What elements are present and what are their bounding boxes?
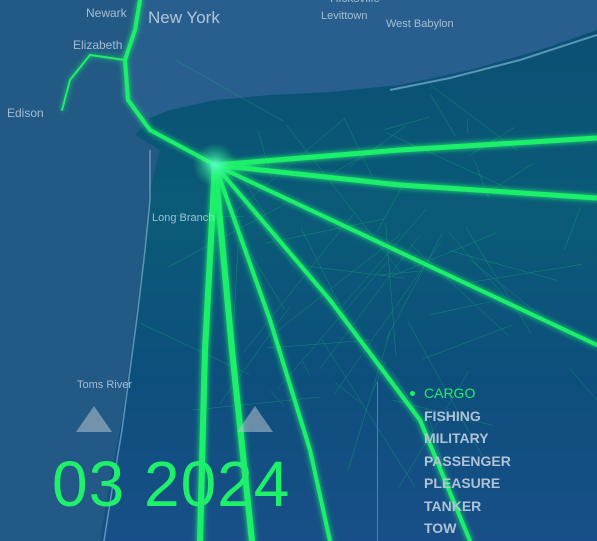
faint-track-line [409,243,509,337]
legend-label: CARGO [424,385,476,401]
route-shield-label: 4 [91,415,97,426]
date-display: 03 2024 [52,448,291,520]
faint-track-line [447,230,515,309]
place-label-elizabeth: Elizabeth [73,38,123,52]
route-line [212,135,597,168]
route-shield-icon: 25 [237,406,273,432]
faint-track-line [343,117,373,178]
place-label-toms-river: Toms River [77,379,133,391]
place-label-new-york: New York [148,8,220,27]
legend-item-tanker[interactable]: TANKER [424,498,511,521]
vessel-traffic-map[interactable]: Newark New York Hicksville Levittown Wes… [0,0,597,541]
faint-track-line [465,227,532,334]
faint-track-line [243,214,353,353]
place-label-west-babylon: West Babylon [386,18,454,30]
faint-track-line [492,163,534,190]
faint-track-line [469,259,576,343]
legend-label: TANKER [424,497,482,514]
vessel-type-legend: CARGO FISHING MILITARY PASSENGER PLEASUR… [410,385,511,541]
route-shield-label: 25 [249,415,261,426]
faint-track-line [272,234,401,335]
legend-item-passenger[interactable]: PASSENGER [424,453,511,476]
faint-track-line [449,250,558,281]
faint-track-line [321,339,416,488]
faint-track-line [422,325,512,360]
faint-track-line [378,270,423,276]
faint-track-line [277,261,388,390]
faint-track-line [377,185,403,232]
faint-track-line [286,124,401,273]
place-label-hicksville: Hicksville [330,0,380,5]
place-label-long-branch: Long Branch [152,212,215,224]
route-shield-icon: 4 [76,406,112,432]
legend-label: FISHING [424,407,481,424]
legend-label: PLEASURE [424,475,501,491]
legend-label: PASSENGER [424,452,511,469]
faint-track-line [334,382,362,404]
faint-track-line [302,361,311,376]
faint-track-line [269,390,285,406]
legend-divider [377,382,378,541]
faint-track-line [385,223,397,357]
legend-label: MILITARY [424,430,489,446]
faint-track-line [385,132,509,189]
legend-label: TOW [424,520,457,536]
active-dot-icon [410,391,415,396]
legend-item-cargo[interactable]: CARGO [410,385,511,408]
place-label-edison: Edison [7,106,44,120]
legend-item-pleasure[interactable]: PLEASURE [424,475,511,498]
faint-track-line [563,207,581,251]
place-label-levittown: Levittown [321,10,368,22]
faint-track-line [569,367,597,401]
place-label-newark: Newark [86,6,127,20]
faint-track-line [265,218,385,244]
faint-track-line [429,301,491,316]
traffic-hub [193,143,237,187]
faint-track-line [429,93,456,137]
legend-item-military[interactable]: MILITARY [424,430,511,453]
legend-item-fishing[interactable]: FISHING [424,408,511,431]
legend-item-tow[interactable]: TOW [424,520,511,541]
faint-track-line [383,116,430,131]
faint-track-line [247,206,296,269]
